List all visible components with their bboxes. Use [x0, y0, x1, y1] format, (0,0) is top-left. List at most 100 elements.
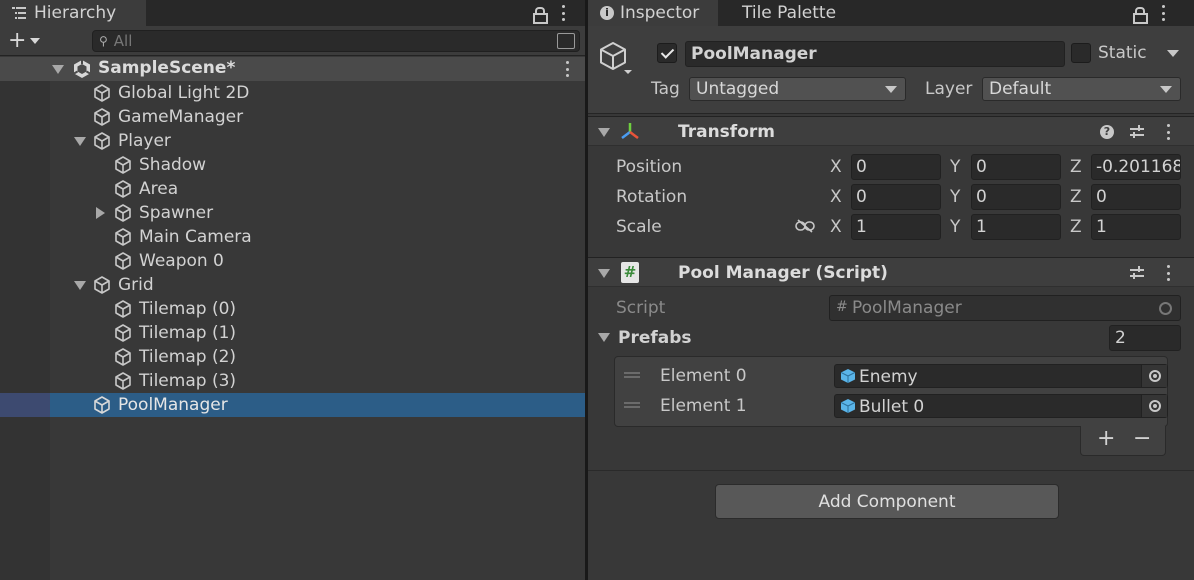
lock-icon[interactable] [533, 6, 548, 24]
x-axis-label[interactable]: X [830, 157, 842, 177]
x-axis-label[interactable]: X [830, 217, 842, 237]
search-scene-icon[interactable] [557, 33, 575, 49]
gameobject-cube-icon [94, 132, 110, 150]
z-axis-label[interactable]: Z [1070, 217, 1082, 237]
chevron-down-icon [885, 86, 897, 93]
position-x-field[interactable]: 0 [851, 154, 941, 180]
add-element-button[interactable]: + [1097, 426, 1115, 451]
chevron-down-icon [30, 38, 41, 44]
search-placeholder: All [113, 32, 133, 50]
z-axis-label[interactable]: Z [1070, 157, 1082, 177]
tab-tile-palette[interactable]: Tile Palette [742, 0, 836, 26]
x-axis-label[interactable]: X [830, 187, 842, 207]
hierarchy-item-label: Area [139, 179, 179, 199]
help-icon[interactable]: ? [1100, 125, 1114, 139]
gameobject-icon[interactable] [598, 40, 632, 74]
create-button[interactable]: + [8, 30, 41, 52]
rotation-z-field[interactable]: 0 [1091, 184, 1181, 210]
scale-x-field[interactable]: 1 [851, 214, 941, 240]
object-picker-icon[interactable] [1141, 395, 1167, 417]
rotation-y-field[interactable]: 0 [971, 184, 1061, 210]
element-0-field[interactable]: Enemy [834, 364, 1168, 388]
gameobject-cube-icon [115, 180, 131, 198]
remove-element-button[interactable]: − [1133, 426, 1151, 451]
z-axis-label[interactable]: Z [1070, 187, 1082, 207]
add-component-label: Add Component [818, 491, 956, 512]
tag-dropdown[interactable]: Untagged [689, 77, 906, 101]
gameobject-cube-icon [115, 228, 131, 246]
hierarchy-tab-bar: Hierarchy [0, 0, 585, 26]
collapse-arrow-icon[interactable] [598, 128, 610, 137]
prefab-icon [841, 369, 855, 383]
gameobject-cube-icon [94, 84, 110, 102]
rotation-x-field[interactable]: 0 [851, 184, 941, 210]
active-checkbox[interactable] [657, 43, 677, 63]
hierarchy-item-tilemap-0[interactable]: Tilemap (0) [0, 297, 585, 321]
element-0-label: Element 0 [660, 366, 747, 386]
object-picker-icon[interactable] [1141, 365, 1167, 387]
collapse-arrow-icon[interactable] [74, 281, 86, 290]
gameobject-cube-icon [94, 108, 110, 126]
hierarchy-item-player[interactable]: Player [0, 129, 585, 153]
scale-y-field[interactable]: 1 [971, 214, 1061, 240]
hierarchy-item-weapon-0[interactable]: Weapon 0 [0, 249, 585, 273]
prefabs-count-field[interactable]: 2 [1109, 325, 1181, 351]
y-axis-label[interactable]: Y [950, 217, 960, 237]
constrain-proportions-icon[interactable] [795, 219, 815, 233]
hierarchy-item-spawner[interactable]: Spawner [0, 201, 585, 225]
component-options-icon[interactable] [1166, 265, 1170, 281]
position-z-field[interactable]: -0.201168 [1091, 154, 1181, 180]
scale-z-field[interactable]: 1 [1091, 214, 1181, 240]
gameobject-cube-icon [94, 276, 110, 294]
hierarchy-item-poolmanager[interactable]: PoolManager [0, 393, 585, 417]
pool-manager-header[interactable]: # Pool Manager (Script) [588, 257, 1194, 287]
presets-icon[interactable] [1130, 125, 1144, 139]
drag-handle-icon[interactable] [624, 402, 640, 408]
static-checkbox[interactable] [1071, 43, 1091, 63]
hierarchy-item-area[interactable]: Area [0, 177, 585, 201]
collapse-arrow-icon[interactable] [52, 65, 64, 74]
more-options-icon[interactable] [561, 5, 565, 21]
more-options-icon[interactable] [1161, 5, 1165, 21]
hierarchy-item-tilemap-3[interactable]: Tilemap (3) [0, 369, 585, 393]
scene-name: SampleScene* [98, 58, 236, 78]
add-component-button[interactable]: Add Component [715, 484, 1059, 519]
object-header: PoolManager Static Tag Untagged Layer De… [588, 26, 1194, 114]
element-1-field[interactable]: Bullet 0 [834, 394, 1168, 418]
chevron-down-icon [1160, 86, 1172, 93]
search-input[interactable]: ⚲ All [92, 30, 580, 52]
tab-hierarchy[interactable]: Hierarchy [0, 0, 146, 26]
hierarchy-item-global-light-2d[interactable]: Global Light 2D [0, 81, 585, 105]
hierarchy-item-label: Shadow [139, 155, 207, 175]
unity-scene-icon [73, 60, 91, 78]
scene-options-icon[interactable] [565, 61, 569, 77]
transform-body: Position X 0 Y 0 Z -0.201168 Rotation X … [588, 147, 1194, 256]
script-hash-icon: # [836, 299, 848, 315]
static-dropdown-icon[interactable] [1167, 50, 1179, 57]
scene-row[interactable]: SampleScene* [0, 57, 585, 81]
gameobject-cube-icon [115, 324, 131, 342]
hierarchy-item-tilemap-2[interactable]: Tilemap (2) [0, 345, 585, 369]
layer-dropdown[interactable]: Default [982, 77, 1181, 101]
hierarchy-item-tilemap-1[interactable]: Tilemap (1) [0, 321, 585, 345]
hierarchy-item-shadow[interactable]: Shadow [0, 153, 585, 177]
lock-icon[interactable] [1133, 6, 1148, 24]
y-axis-label[interactable]: Y [950, 187, 960, 207]
collapse-arrow-icon[interactable] [598, 333, 610, 342]
hierarchy-item-grid[interactable]: Grid [0, 273, 585, 297]
presets-icon[interactable] [1130, 266, 1144, 280]
y-axis-label[interactable]: Y [950, 157, 960, 177]
position-y-field[interactable]: 0 [971, 154, 1061, 180]
script-file-icon: # [621, 262, 639, 283]
transform-header[interactable]: Transform ? [588, 116, 1194, 146]
object-name-field[interactable]: PoolManager [685, 41, 1065, 67]
drag-handle-icon[interactable] [624, 372, 640, 378]
info-icon: i [600, 6, 614, 20]
component-options-icon[interactable] [1166, 124, 1170, 140]
collapse-arrow-icon[interactable] [74, 137, 86, 146]
collapse-arrow-icon[interactable] [598, 269, 610, 278]
expand-arrow-icon[interactable] [96, 207, 105, 219]
hierarchy-item-gamemanager[interactable]: GameManager [0, 105, 585, 129]
hierarchy-item-main-camera[interactable]: Main Camera [0, 225, 585, 249]
tab-inspector[interactable]: i Inspector [588, 0, 718, 26]
